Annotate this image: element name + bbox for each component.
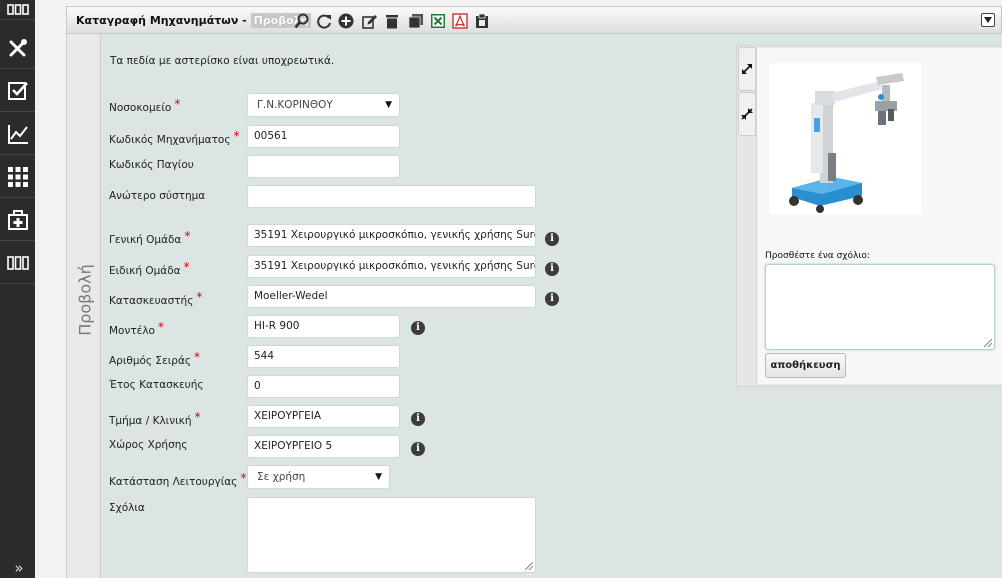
page-title-text: Καταγραφή Μηχανημάτων - <box>76 14 251 27</box>
required-mark: * <box>194 410 201 424</box>
collapse-icon[interactable] <box>738 92 756 136</box>
machine-code-input[interactable]: 00561 <box>247 125 400 148</box>
status-select-value: Σε χρήση <box>257 471 306 483</box>
chevron-down-icon: ▼ <box>385 100 392 110</box>
comments-label: Σχόλια <box>109 502 145 514</box>
general-group-label-text: Γενική Ομάδα <box>109 234 182 246</box>
surgical-microscope-image <box>789 73 904 213</box>
machine-code-label: Κωδικός Μηχανήματος * <box>109 129 240 146</box>
required-mark: * <box>183 260 190 274</box>
excel-icon[interactable] <box>429 12 447 30</box>
edit-icon[interactable] <box>361 12 379 30</box>
save-comment-button[interactable]: αποθήκευση <box>765 353 846 378</box>
tools-icon[interactable] <box>0 27 35 69</box>
required-mark: * <box>233 129 240 143</box>
required-mark: * <box>194 350 201 364</box>
serial-input[interactable]: 544 <box>247 345 400 368</box>
add-icon[interactable] <box>337 12 355 30</box>
serial-label: Αριθμός Σειράς * <box>109 350 200 367</box>
delete-icon[interactable] <box>383 12 401 30</box>
model-input[interactable]: HI-R 900 <box>247 315 400 338</box>
medical-kit-icon[interactable] <box>0 199 35 241</box>
department-label-text: Τμήμα / Κλινική <box>109 415 192 427</box>
year-label: Έτος Κατασκευής <box>109 379 204 391</box>
clipboard-icon[interactable] <box>473 12 491 30</box>
required-mark: * <box>196 290 203 304</box>
department-input[interactable]: ΧΕΙΡΟΥΡΓΕΙΑ <box>247 405 400 428</box>
hospital-label: Νοσοκομείο * <box>109 97 180 114</box>
machine-code-label-text: Κωδικός Μηχανήματος <box>109 134 231 146</box>
manufacturer-label-text: Κατασκευαστής <box>109 295 194 307</box>
hospital-select-value: Γ.Ν.ΚΟΡΙΝΘΟΥ <box>257 99 333 111</box>
apps-grid-icon[interactable] <box>0 156 35 198</box>
general-group-input[interactable]: 35191 Χειρουργικό μικροσκόπιο, γενικής χ… <box>247 224 536 247</box>
comments-textarea[interactable] <box>247 497 536 573</box>
serial-label-text: Αριθμός Σειράς <box>109 355 192 367</box>
chart-icon[interactable] <box>0 113 35 155</box>
menu-dropdown-icon[interactable] <box>981 13 995 27</box>
status-label: Κατάσταση Λειτουργίας * <box>109 471 246 488</box>
parent-system-input[interactable] <box>247 185 536 208</box>
special-group-input[interactable]: 35191 Χειρουργικό μικροσκόπιο, γενικής χ… <box>247 255 536 278</box>
special-group-label-text: Ειδική Ομάδα <box>109 265 181 277</box>
side-tab: Προβολή <box>66 34 101 578</box>
parent-system-label: Ανώτερο σύστημα <box>109 190 206 202</box>
location-label: Χώρος Χρήσης <box>109 439 188 451</box>
resize-handle[interactable] <box>525 562 533 570</box>
checklist-icon[interactable] <box>0 70 35 112</box>
asset-code-label: Κωδικός Παγίου <box>109 159 194 171</box>
info-icon[interactable]: i <box>411 321 425 335</box>
info-icon[interactable]: i <box>411 412 425 426</box>
page-title: Καταγραφή Μηχανημάτων - Προβολή <box>76 7 312 35</box>
toolbar: Καταγραφή Μηχανημάτων - Προβολή <box>66 6 1002 34</box>
manufacturer-label: Κατασκευαστής * <box>109 290 202 307</box>
info-icon[interactable]: i <box>545 292 559 306</box>
columns-icon[interactable] <box>0 242 35 284</box>
year-input[interactable]: 0 <box>247 375 400 398</box>
resize-handle[interactable] <box>984 339 992 347</box>
status-select[interactable]: Σε χρήση ▼ <box>247 465 390 489</box>
collapse-sidebar-button[interactable]: » <box>0 560 35 578</box>
side-tab-label: Προβολή <box>75 264 95 336</box>
manufacturer-input[interactable]: Moeller-Wedel <box>247 285 536 308</box>
expand-icon[interactable] <box>738 47 756 91</box>
required-mark: * <box>174 97 181 111</box>
model-label-text: Μοντέλο <box>109 325 155 337</box>
comment-label: Προσθέστε ένα σχόλιο: <box>765 251 870 261</box>
search-icon[interactable] <box>293 12 311 30</box>
status-label-text: Κατάσταση Λειτουργίας <box>109 476 238 488</box>
required-mark: * <box>184 229 191 243</box>
special-group-label: Ειδική Ομάδα * <box>109 260 190 277</box>
chevron-down-icon: ▼ <box>375 472 382 482</box>
required-mark: * <box>240 471 247 485</box>
refresh-icon[interactable] <box>315 12 333 30</box>
required-note: Τα πεδία με αστερίσκο είναι υποχρεωτικά. <box>110 55 335 67</box>
hospital-label-text: Νοσοκομείο <box>109 102 172 114</box>
hospital-select[interactable]: Γ.Ν.ΚΟΡΙΝΘΟΥ ▼ <box>247 93 400 117</box>
model-label: Μοντέλο * <box>109 320 164 337</box>
location-input[interactable]: ΧΕΙΡΟΥΡΓΕΙΟ 5 <box>247 435 400 458</box>
grid-menu-icon[interactable] <box>0 0 35 20</box>
pdf-icon[interactable] <box>451 12 469 30</box>
general-group-label: Γενική Ομάδα * <box>109 229 190 246</box>
department-label: Τμήμα / Κλινική * <box>109 410 200 427</box>
info-icon[interactable]: i <box>411 442 425 456</box>
equipment-photo <box>770 63 922 214</box>
info-icon[interactable]: i <box>545 232 559 246</box>
comment-textarea[interactable] <box>765 264 995 350</box>
required-mark: * <box>157 320 164 334</box>
left-sidebar: » <box>0 0 35 578</box>
copy-icon[interactable] <box>407 12 425 30</box>
asset-code-input[interactable] <box>247 155 400 178</box>
info-icon[interactable]: i <box>545 262 559 276</box>
